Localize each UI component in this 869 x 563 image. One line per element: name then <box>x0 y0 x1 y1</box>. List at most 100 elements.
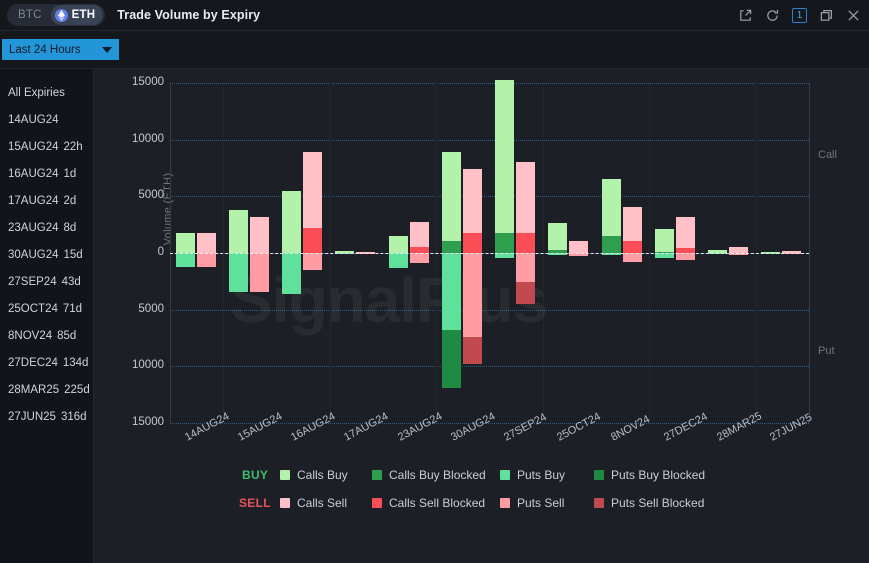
legend-swatch <box>594 498 604 508</box>
legend-label: Puts Buy <box>517 468 566 482</box>
legend-sell-label: SELL <box>239 496 271 510</box>
y-axis-tick-label: 0 <box>157 246 164 258</box>
legend-swatch <box>594 470 604 480</box>
legend-item-calls-sell-blocked[interactable]: Calls Sell Blocked <box>372 496 485 510</box>
put-region-label: Put <box>818 345 835 357</box>
bar-segment-calls-buy-blocked <box>441 240 461 253</box>
sidebar-item-dte: 15d <box>63 248 83 261</box>
bar-segment-calls-sell-blocked <box>516 232 536 253</box>
page-title: Trade Volume by Expiry <box>117 8 261 22</box>
sidebar-item-15aug24[interactable]: 15AUG24 22h <box>0 133 93 160</box>
sidebar-item-8nov24[interactable]: 8NOV24 85d <box>0 322 93 349</box>
bar-segment-calls-buy <box>495 79 515 233</box>
sidebar-item-dte: 43d <box>61 275 81 288</box>
chevron-down-icon <box>102 46 112 53</box>
legend-swatch <box>500 498 510 508</box>
legend-item-calls-sell[interactable]: Calls Sell <box>280 496 347 510</box>
y-axis-tick-label: 5000 <box>138 302 164 315</box>
legend-label: Puts Sell Blocked <box>611 496 705 510</box>
legend-swatch <box>280 498 290 508</box>
call-region-label: Call <box>818 149 837 161</box>
sidebar-item-27sep24[interactable]: 27SEP24 43d <box>0 268 93 295</box>
bar-segment-calls-buy <box>441 152 461 241</box>
sidebar-item-dte: 1d <box>63 167 77 180</box>
sidebar-item-label: 23AUG24 <box>8 221 59 234</box>
restore-window-icon[interactable] <box>819 8 834 23</box>
coin-toggle-eth[interactable]: ETH <box>50 5 104 25</box>
chart-legend: BUY Calls Buy Calls Buy Blocked Puts Buy Pu… <box>94 462 869 522</box>
legend-row-buy: BUY Calls Buy Calls Buy Blocked Puts Buy Pu… <box>94 462 869 488</box>
bar-segment-calls-sell <box>249 216 269 253</box>
sidebar-item-dte: 22h <box>63 140 83 153</box>
bar-segment-calls-sell-blocked <box>622 240 642 253</box>
sidebar-item-label: 8NOV24 <box>8 329 53 342</box>
bar-segment-calls-sell <box>516 162 536 233</box>
sidebar-item-30aug24[interactable]: 30AUG24 15d <box>0 241 93 268</box>
bar-segment-calls-buy <box>388 236 408 253</box>
bar-segment-calls-sell <box>409 222 429 248</box>
legend-swatch <box>280 470 290 480</box>
y-axis-tick-label: 10000 <box>132 132 164 145</box>
bar-segment-puts-sell <box>675 253 695 260</box>
sidebar-item-dte: 225d <box>64 383 90 396</box>
bar-segment-puts-sell <box>622 253 642 263</box>
bar-segment-calls-buy <box>548 222 568 251</box>
sidebar-item-28mar25[interactable]: 28MAR25 225d <box>0 376 93 403</box>
legend-label: Puts Buy Blocked <box>611 468 706 482</box>
sidebar-item-label: 15AUG24 <box>8 140 59 153</box>
legend-item-calls-buy[interactable]: Calls Buy <box>280 468 348 482</box>
legend-item-puts-sell[interactable]: Puts Sell <box>500 496 564 510</box>
bar-segment-calls-buy-blocked <box>495 232 515 253</box>
sidebar-item-16aug24[interactable]: 16AUG24 1d <box>0 160 93 187</box>
sidebar-item-27dec24[interactable]: 27DEC24 134d <box>0 349 93 376</box>
bar-segment-puts-buy <box>388 253 408 268</box>
bar-segment-puts-buy <box>282 253 302 294</box>
toolbar: Last 24 Hours <box>0 31 869 69</box>
close-icon[interactable] <box>846 8 861 23</box>
y-axis-tick-label: 15000 <box>132 416 164 428</box>
legend-item-puts-buy[interactable]: Puts Buy <box>500 468 565 482</box>
refresh-icon[interactable] <box>765 8 780 23</box>
expiry-sidebar[interactable]: All Expiries 14AUG24 15AUG24 22h 16AUG24 1d 17… <box>0 69 94 563</box>
legend-item-puts-sell-blocked[interactable]: Puts Sell Blocked <box>594 496 704 510</box>
window-count-badge[interactable]: 1 <box>792 8 807 23</box>
bar-segment-calls-buy <box>654 228 674 252</box>
bar-segment-puts-sell <box>462 253 482 337</box>
bar-segment-calls-sell <box>196 232 216 253</box>
bar-segment-puts-buy <box>441 253 461 331</box>
bar-segment-puts-sell <box>196 253 216 267</box>
bar-segment-calls-sell <box>569 240 589 253</box>
bar-segment-puts-buy <box>228 253 248 292</box>
legend-item-calls-buy-blocked[interactable]: Calls Buy Blocked <box>372 468 486 482</box>
bar-segment-calls-sell <box>303 152 323 229</box>
legend-label: Calls Buy Blocked <box>389 468 486 482</box>
bar-segment-puts-buy <box>175 253 195 268</box>
volume-by-expiry-chart: Volume (ETH) SignalPlus Call Put 15000 10… <box>132 76 837 444</box>
y-axis-line-right <box>809 83 810 423</box>
sidebar-item-label: 27SEP24 <box>8 275 57 288</box>
external-link-icon[interactable] <box>738 8 753 23</box>
legend-swatch <box>372 498 382 508</box>
legend-item-puts-buy-blocked[interactable]: Puts Buy Blocked <box>594 468 705 482</box>
legend-label: Puts Sell <box>517 496 565 510</box>
sidebar-item-label: All Expiries <box>8 86 65 99</box>
y-axis-tick-label: 15000 <box>132 76 164 88</box>
sidebar-item-14aug24[interactable]: 14AUG24 <box>0 106 93 133</box>
app-window: BTC ETH Trade Volume by Expiry 1 Last 24… <box>0 0 869 563</box>
bar-segment-calls-buy <box>282 190 302 253</box>
coin-toggle-eth-label: ETH <box>71 9 96 21</box>
sidebar-item-label: 25OCT24 <box>8 302 58 315</box>
coin-toggle[interactable]: BTC ETH <box>7 4 106 26</box>
sidebar-item-all expiries[interactable]: All Expiries <box>0 79 93 106</box>
sidebar-item-23aug24[interactable]: 23AUG24 8d <box>0 214 93 241</box>
sidebar-item-25oct24[interactable]: 25OCT24 71d <box>0 295 93 322</box>
sidebar-item-17aug24[interactable]: 17AUG24 2d <box>0 187 93 214</box>
sidebar-item-dte: 85d <box>57 329 77 342</box>
bar-segment-puts-sell <box>409 253 429 264</box>
coin-toggle-btc[interactable]: BTC <box>9 4 51 26</box>
sidebar-item-dte: 71d <box>62 302 83 315</box>
legend-swatch <box>372 470 382 480</box>
legend-label: Calls Sell <box>297 496 348 510</box>
time-range-dropdown[interactable]: Last 24 Hours <box>2 39 119 60</box>
sidebar-item-27jun25[interactable]: 27JUN25 316d <box>0 403 93 430</box>
